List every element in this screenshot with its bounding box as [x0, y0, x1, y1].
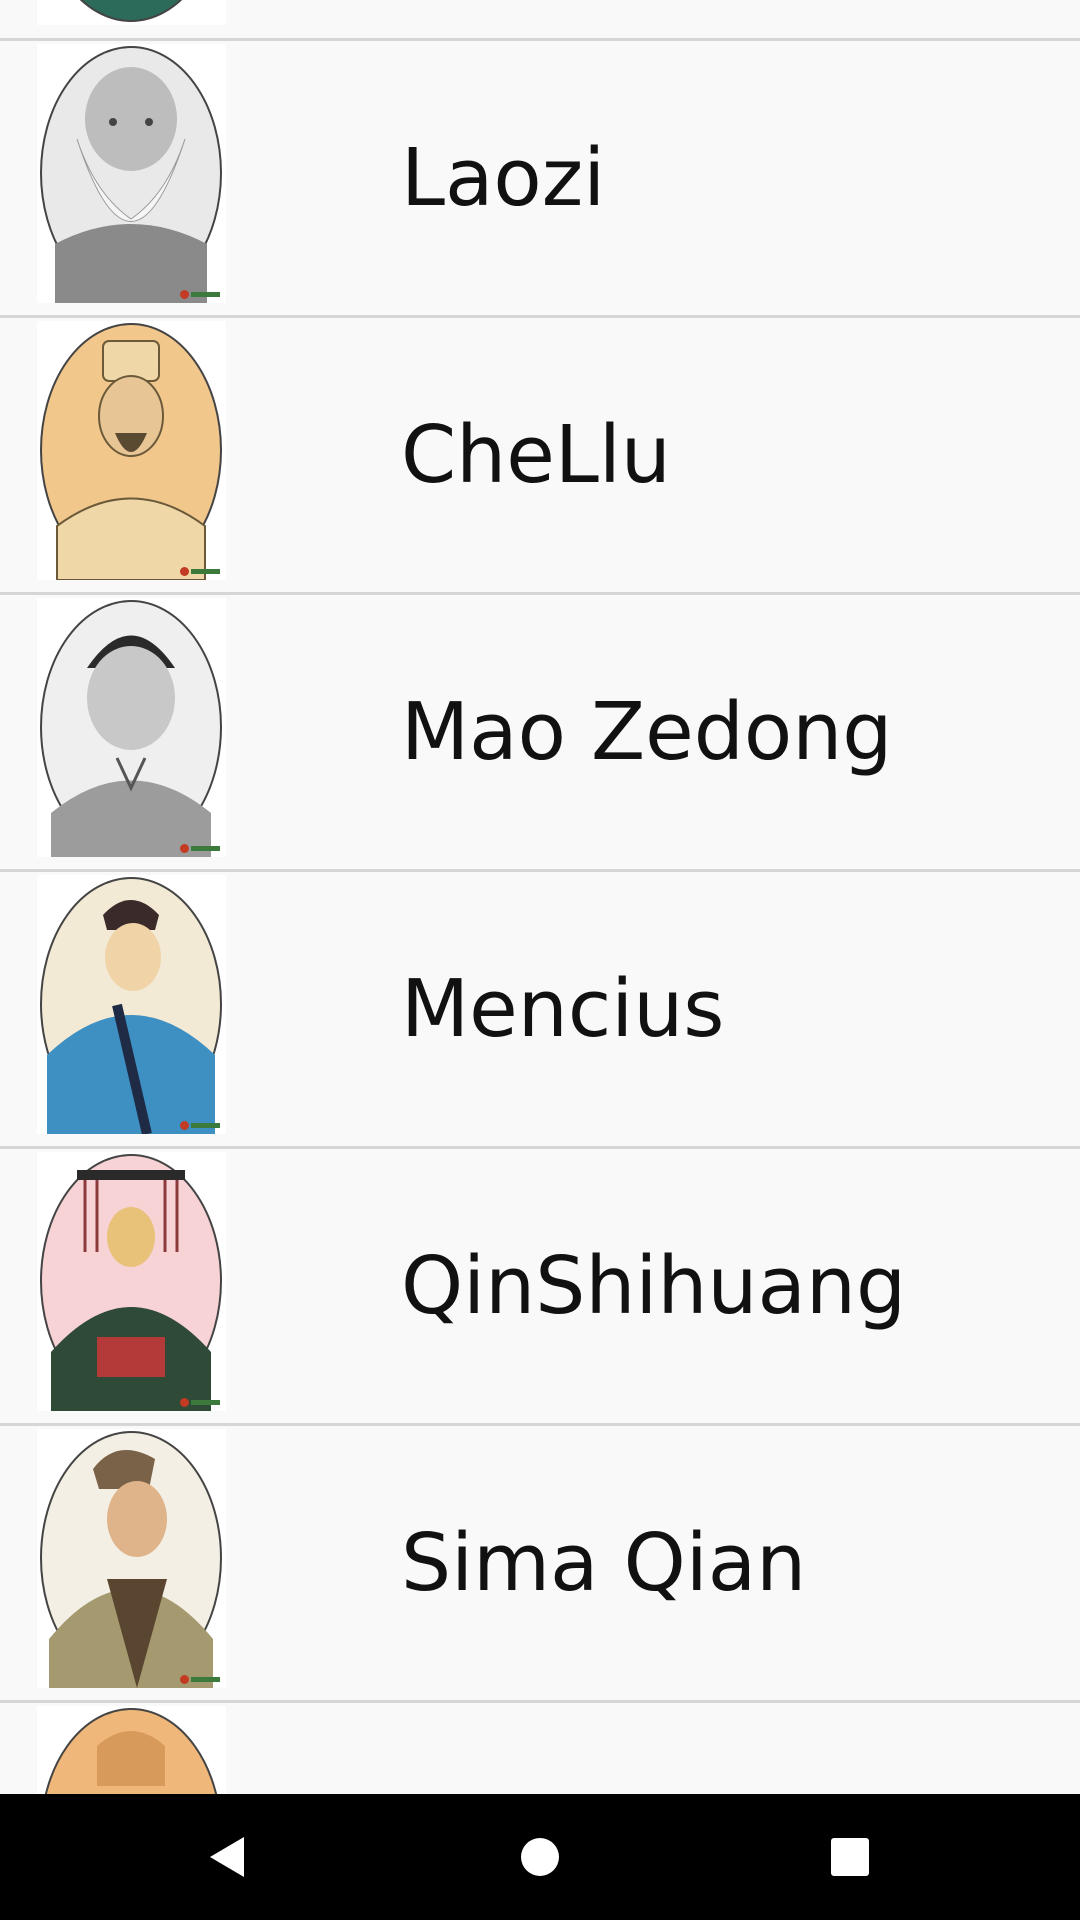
- recents-icon[interactable]: [815, 1822, 885, 1892]
- list-item[interactable]: Mao Zedong: [0, 595, 1080, 870]
- watermark-logo: [180, 1397, 220, 1407]
- mao-zedong-portrait: [37, 598, 226, 857]
- list-item[interactable]: Mencius: [0, 872, 1080, 1147]
- sima-qian-portrait: [37, 1429, 226, 1688]
- watermark-logo: [180, 843, 220, 853]
- watermark-logo: [180, 1674, 220, 1684]
- qinshihuang-portrait: [37, 1152, 226, 1411]
- list-item-partial-bottom[interactable]: [0, 1703, 1080, 1794]
- list-item[interactable]: Laozi: [0, 41, 1080, 316]
- mencius-portrait: [37, 875, 226, 1134]
- list-item-label: CheLlu: [401, 409, 671, 501]
- list-item-label: QinShihuang: [401, 1240, 907, 1332]
- list-item[interactable]: Sima Qian: [0, 1426, 1080, 1701]
- screen: Laozi CheLlu Mao Zedong Mencius QinShihu…: [0, 0, 1080, 1920]
- list-item[interactable]: CheLlu: [0, 318, 1080, 593]
- watermark-logo: [180, 289, 220, 299]
- watermark-logo: [180, 1120, 220, 1130]
- list-item-label: Mao Zedong: [401, 686, 893, 778]
- list-item-label: Sima Qian: [401, 1517, 807, 1609]
- philosopher-list[interactable]: Laozi CheLlu Mao Zedong Mencius QinShihu…: [0, 0, 1080, 1794]
- portrait-thumbnail: [37, 1706, 226, 1794]
- laozi-portrait: [37, 44, 226, 303]
- home-icon[interactable]: [505, 1822, 575, 1892]
- portrait-thumbnail: [37, 0, 226, 25]
- list-item[interactable]: QinShihuang: [0, 1149, 1080, 1424]
- watermark-logo: [180, 566, 220, 576]
- list-item-label: Mencius: [401, 963, 725, 1055]
- list-item-partial-top[interactable]: [0, 0, 1080, 38]
- system-navigation-bar: [0, 1794, 1080, 1920]
- list-item-label: Laozi: [401, 132, 606, 224]
- chellu-portrait: [37, 321, 226, 580]
- back-icon[interactable]: [191, 1822, 261, 1892]
